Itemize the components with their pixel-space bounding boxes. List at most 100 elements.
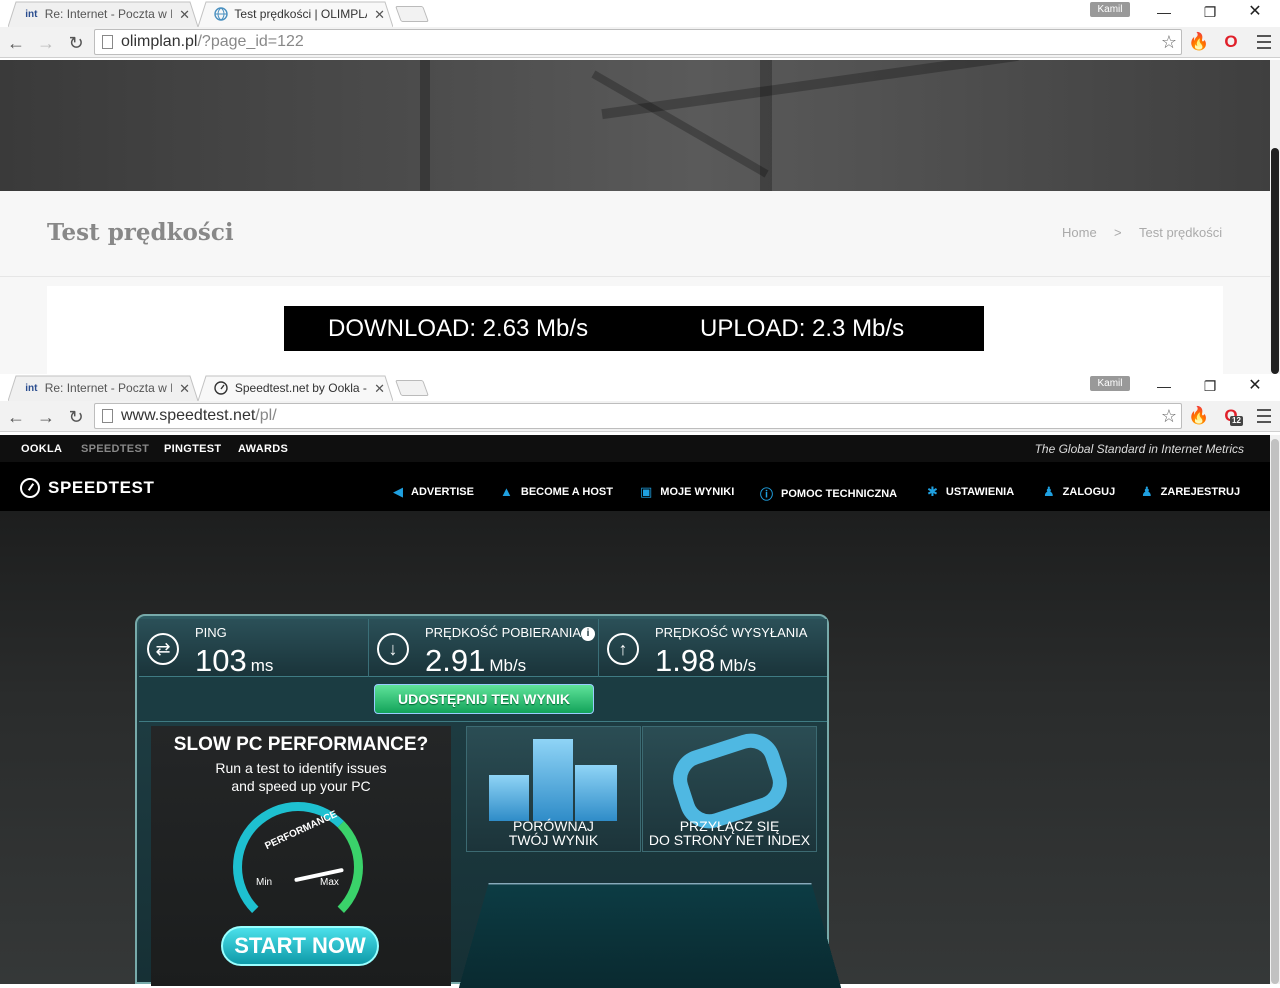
link-label: POMOC TECHNICZNA <box>781 487 898 500</box>
netindex-line-2: DO STRONY NET INDEX <box>648 832 811 848</box>
browser-window-olimplan: int Re: Internet - Poczta w Int ✕ Test p… <box>0 0 1280 374</box>
upload-label: PRĘDKOŚĆ WYSYŁANIA <box>655 625 808 640</box>
page-title: Test prędkości <box>47 219 234 246</box>
performance-gauge-icon: PERFORMANCE Min Max <box>233 802 363 932</box>
tab-label: Re: Internet - Poczta w Int <box>44 7 172 21</box>
nav-awards[interactable]: AWARDS <box>238 443 288 455</box>
stat-upload: ↑ PRĘDKOŚĆ WYSYŁANIA 1.98 Mb/s <box>599 619 827 678</box>
minimize-icon[interactable]: — <box>1141 0 1187 24</box>
drop-icon: ▲ <box>500 484 513 499</box>
link-zaloguj[interactable]: ♟ ZALOGUJ <box>1043 484 1115 500</box>
flame-extension-icon[interactable]: 🔥 <box>1188 31 1210 53</box>
close-window-icon[interactable]: ✕ <box>1232 0 1278 24</box>
stat-download: ↓ PRĘDKOŚĆ POBIERANIA i 2.91 Mb/s <box>369 619 599 679</box>
address-bar[interactable]: www.speedtest.net/pl/ ☆ <box>94 403 1182 429</box>
logo-text: SPEEDTEST <box>48 478 155 497</box>
gauge-title: PERFORMANCE <box>263 808 339 853</box>
close-window-icon[interactable]: ✕ <box>1232 374 1278 398</box>
nav-ookla[interactable]: OOKLA <box>21 443 62 455</box>
gauge-icon <box>214 380 229 396</box>
nav-speedtest[interactable]: SPEEDTEST <box>81 443 149 455</box>
share-result-button[interactable]: UDOSTĘPNIJ TEN WYNIK <box>374 684 594 714</box>
reload-icon[interactable]: ↻ <box>64 31 88 55</box>
link-zarejestruj[interactable]: ♟ ZAREJESTRUJ <box>1141 484 1240 500</box>
speedtest-logo[interactable]: SPEEDTEST <box>20 478 154 498</box>
url-path: /pl/ <box>255 407 277 424</box>
download-result: DOWNLOAD: 2.63 Mb/s <box>328 315 589 342</box>
back-icon[interactable]: ← <box>4 405 28 429</box>
opera-extension-icon[interactable]: O <box>1220 31 1242 53</box>
tab-strip: int Re: Internet - Poczta w Int ✕ Test p… <box>0 0 1280 27</box>
breadcrumb-separator: > <box>1114 225 1122 240</box>
ad-line-2: and speed up your PC <box>231 778 371 794</box>
speedtest-logo-icon <box>20 478 40 498</box>
back-icon[interactable]: ← <box>4 31 28 55</box>
forward-icon[interactable]: → <box>34 405 58 429</box>
tab-speedtest[interactable]: Speedtest.net by Ookla - T ✕ <box>198 375 393 401</box>
breadcrumb-home[interactable]: Home <box>1062 225 1097 240</box>
ad-headline: SLOW PC PERFORMANCE? <box>173 734 429 755</box>
ping-arrows-icon: ⇄ <box>147 633 179 665</box>
int-favicon-icon: int <box>25 382 38 394</box>
ping-unit: ms <box>250 656 274 675</box>
result-panel: ⇄ PING 103 ms ↓ PRĘDKOŚĆ POBIERANIA i 2.9… <box>135 614 842 988</box>
download-number: 2.91 <box>425 643 486 678</box>
close-tab-icon[interactable]: ✕ <box>374 381 385 397</box>
scrollbar[interactable] <box>1270 60 1280 374</box>
tab-test-predkosci[interactable]: Test prędkości | OLIMPLAN ✕ <box>198 1 393 27</box>
chrome-menu-icon[interactable] <box>1256 405 1272 427</box>
forward-icon[interactable]: → <box>34 31 58 55</box>
compare-caption: PORÓWNAJ TWÓJ WYNIK <box>467 819 640 847</box>
upload-unit: Mb/s <box>719 656 757 675</box>
ookla-top-nav: OOKLA SPEEDTEST PINGTEST AWARDS The Glob… <box>0 435 1270 462</box>
ad-line-1: Run a test to identify issues <box>215 760 387 776</box>
tab-label: Re: Internet - Poczta w Int <box>44 381 172 395</box>
link-label: BECOME A HOST <box>520 485 613 498</box>
scrollbar[interactable] <box>1270 435 1280 984</box>
close-tab-icon[interactable]: ✕ <box>179 7 190 23</box>
camera-icon: ▣ <box>640 484 653 499</box>
globe-icon <box>214 6 228 22</box>
tab-poczta[interactable]: int Re: Internet - Poczta w Int ✕ <box>8 375 198 401</box>
profile-badge[interactable]: Kamil <box>1090 2 1130 17</box>
tab-poczta[interactable]: int Re: Internet - Poczta w Int ✕ <box>8 1 198 27</box>
scrollbar-thumb[interactable] <box>1271 148 1279 374</box>
bookmark-star-icon[interactable]: ☆ <box>1161 30 1177 54</box>
upload-number: 1.98 <box>655 643 716 678</box>
netindex-caption: PRZYŁĄCZ SIĘ DO STRONY NET INDEX <box>643 819 816 847</box>
nav-pingtest[interactable]: PINGTEST <box>164 443 221 455</box>
opera-extension-icon[interactable]: O 12 <box>1220 405 1243 427</box>
start-now-button[interactable]: START NOW <box>221 926 379 966</box>
profile-badge[interactable]: Kamil <box>1090 376 1130 391</box>
link-become-host[interactable]: ▲ BECOME A HOST <box>500 484 613 499</box>
link-moje-wyniki[interactable]: ▣ MOJE WYNIKI <box>640 484 734 500</box>
ping-value: 103 ms <box>195 643 273 679</box>
upload-result: UPLOAD: 2.3 Mb/s <box>700 315 905 342</box>
restore-icon[interactable]: ❐ <box>1187 0 1233 24</box>
link-advertise[interactable]: ◀ ADVERTISE <box>393 484 474 500</box>
link-pomoc[interactable]: ⓘ POMOC TECHNICZNA <box>760 484 897 503</box>
download-value: 2.91 Mb/s <box>425 643 526 679</box>
net-index-tile[interactable]: PRZYŁĄCZ SIĘ DO STRONY NET INDEX <box>642 725 817 852</box>
close-tab-icon[interactable]: ✕ <box>179 381 190 397</box>
compare-line-2: TWÓJ WYNIK <box>508 832 599 848</box>
pc-performance-ad[interactable]: SLOW PC PERFORMANCE? Run a test to ident… <box>151 726 451 986</box>
scrollbar-thumb[interactable] <box>1271 439 1279 984</box>
new-tab-button[interactable] <box>395 380 429 396</box>
chrome-menu-icon[interactable] <box>1256 31 1272 53</box>
address-bar[interactable]: olimplan.pl/?page_id=122 ☆ <box>94 29 1182 55</box>
reload-icon[interactable]: ↻ <box>64 405 88 429</box>
close-tab-icon[interactable]: ✕ <box>374 7 385 23</box>
bookmark-star-icon[interactable]: ☆ <box>1161 404 1177 428</box>
speed-result-banner: DOWNLOAD: 2.63 Mb/s UPLOAD: 2.3 Mb/s <box>284 306 984 351</box>
restore-icon[interactable]: ❐ <box>1187 374 1233 398</box>
link-ustawienia[interactable]: ✱ USTAWIENIA <box>927 484 1014 500</box>
info-icon[interactable]: i <box>581 627 595 641</box>
new-tab-button[interactable] <box>395 6 429 22</box>
minimize-icon[interactable]: — <box>1141 374 1187 398</box>
header-banner-image <box>0 60 1270 191</box>
stat-ping: ⇄ PING 103 ms <box>139 619 369 679</box>
compare-result-tile[interactable]: PORÓWNAJ TWÓJ WYNIK <box>466 726 641 852</box>
flame-extension-icon[interactable]: 🔥 <box>1188 405 1210 427</box>
download-unit: Mb/s <box>489 656 527 675</box>
